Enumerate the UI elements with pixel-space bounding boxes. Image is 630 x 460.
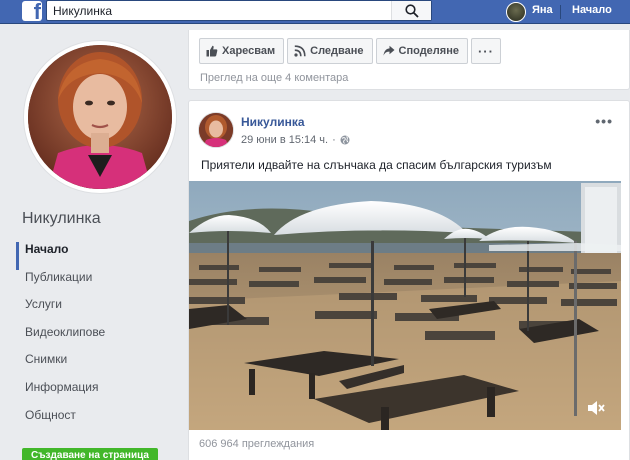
nav-item-videos[interactable]: Видеоклипове: [16, 325, 176, 353]
share-label: Споделяне: [398, 45, 459, 57]
nav-item-about[interactable]: Информация: [16, 380, 176, 408]
meta-separator: ·: [332, 134, 336, 146]
rss-icon: [294, 45, 306, 57]
post-options-button[interactable]: •••: [595, 113, 613, 129]
follow-label: Следване: [310, 45, 364, 57]
post-author-name[interactable]: Никулинка: [241, 115, 305, 129]
search-box: [46, 0, 432, 21]
search-button[interactable]: [391, 1, 431, 20]
post-author-avatar[interactable]: [198, 112, 234, 148]
nav-item-photos[interactable]: Снимки: [16, 352, 176, 380]
more-options-button[interactable]: ···: [470, 38, 501, 64]
share-arrow-icon: [383, 45, 395, 56]
search-icon: [405, 4, 419, 18]
facebook-logo-icon[interactable]: f: [22, 1, 42, 21]
post-timestamp[interactable]: 29 юни в 15:14 ч.: [241, 134, 328, 146]
top-navigation-bar: f Яна Начало: [0, 0, 630, 24]
globe-icon: [340, 135, 350, 145]
nav-item-services[interactable]: Услуги: [16, 297, 176, 325]
share-button[interactable]: Споделяне: [375, 38, 468, 64]
page-action-buttons: Харесвам Следване Споделяне ···: [199, 38, 501, 64]
user-avatar[interactable]: [506, 2, 526, 22]
like-label: Харесвам: [222, 45, 276, 57]
view-count: 606 964 преглеждания: [199, 438, 315, 450]
page-navigation: Начало Публикации Услуги Видеоклипове Сн…: [16, 242, 176, 435]
page-profile-picture[interactable]: [24, 41, 176, 193]
create-page-button[interactable]: Създаване на страница: [22, 448, 158, 460]
post-meta: 29 юни в 15:14 ч. ·: [241, 134, 350, 146]
view-more-comments-link[interactable]: Преглед на още 4 коментара: [200, 72, 348, 84]
post-card: Никулинка 29 юни в 15:14 ч. · ••• Прияте…: [188, 100, 630, 460]
mute-icon[interactable]: [587, 400, 605, 416]
nav-item-community[interactable]: Общност: [16, 408, 176, 436]
topbar-divider: [560, 5, 561, 19]
previous-post-card: Харесвам Следване Споделяне ··· Преглед …: [188, 30, 630, 90]
page-name[interactable]: Никулинка: [22, 210, 101, 228]
search-input[interactable]: [53, 3, 393, 19]
video-player[interactable]: [189, 181, 621, 430]
profile-link[interactable]: Яна: [532, 4, 553, 16]
follow-button[interactable]: Следване: [287, 38, 373, 64]
nav-item-home[interactable]: Начало: [16, 242, 176, 270]
nav-item-posts[interactable]: Публикации: [16, 270, 176, 298]
like-button[interactable]: Харесвам: [199, 38, 285, 64]
post-text: Приятели идвайте на слънчака да спасим б…: [201, 158, 552, 172]
home-link[interactable]: Начало: [572, 4, 612, 16]
thumbs-up-icon: [206, 45, 218, 57]
